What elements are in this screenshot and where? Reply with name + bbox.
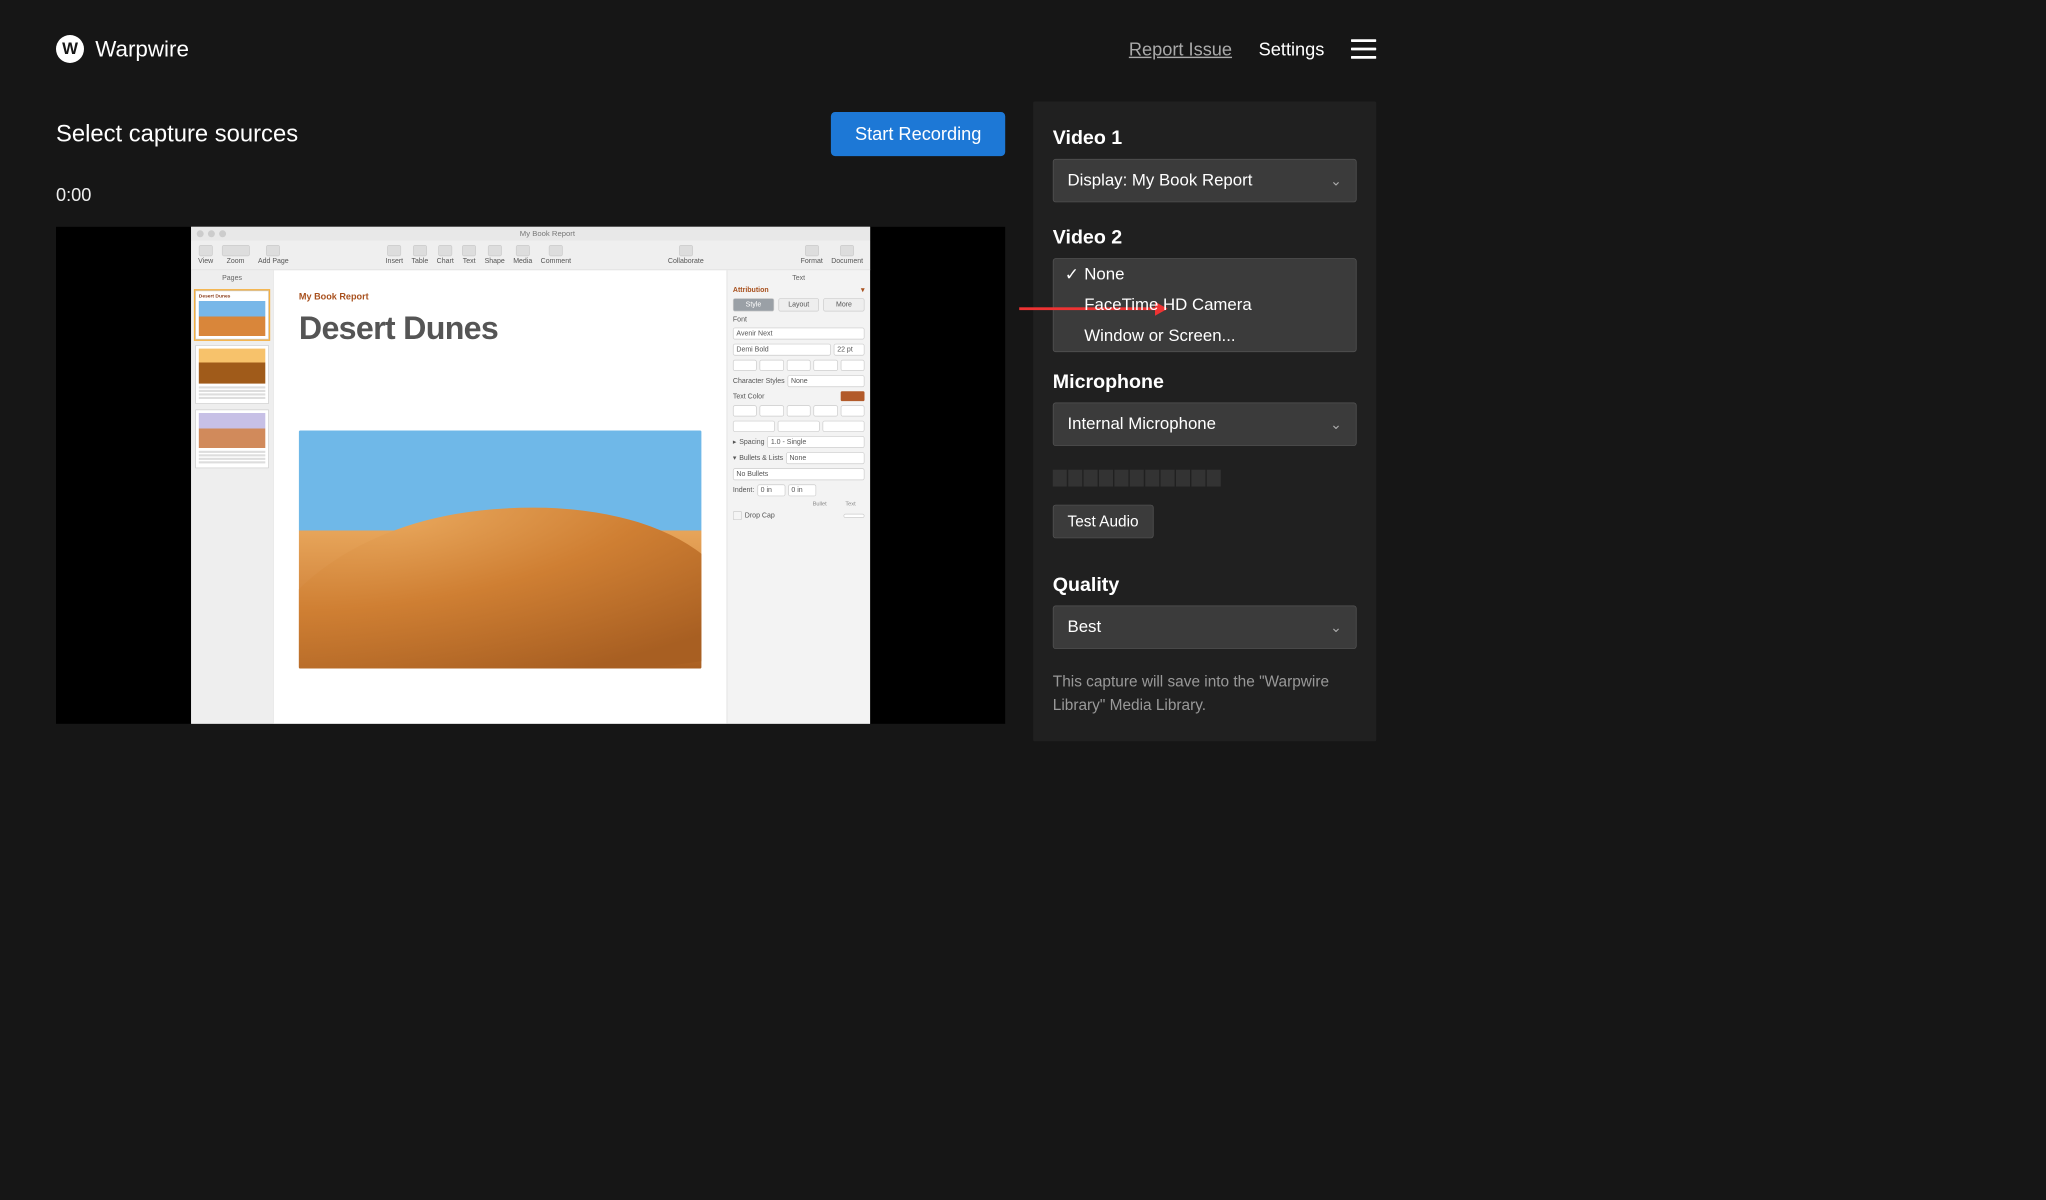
doc-hero-image (299, 431, 701, 669)
insp-charstyles-value: None (787, 375, 864, 387)
tool-collaborate: Collaborate (668, 258, 704, 266)
tool-add-page: Add Page (258, 258, 289, 266)
window-zoom-icon (219, 230, 226, 237)
page-thumb-1: Desert Dunes (195, 291, 268, 340)
captured-window: My Book Report View Zoom Add Page Insert… (191, 227, 870, 724)
save-destination-note: This capture will save into the "Warpwir… (1053, 670, 1357, 716)
video1-dropdown[interactable]: Display: My Book Report ⌄ (1053, 159, 1357, 202)
pages-sidebar: Pages Desert Dunes (191, 270, 274, 724)
video2-option-none[interactable]: None (1054, 259, 1356, 290)
insp-dropcap-label: Drop Cap (745, 512, 775, 520)
tool-shape: Shape (485, 258, 505, 266)
insp-spacing-value: 1.0 - Single (767, 436, 864, 448)
video2-option-window[interactable]: Window or Screen... (1054, 321, 1356, 352)
chevron-down-icon: ⌄ (1330, 618, 1342, 636)
video1-value: Display: My Book Report (1068, 171, 1253, 191)
brand-logo-mark: W (56, 35, 84, 63)
insp-font-label: Font (733, 316, 865, 324)
tool-chart: Chart (437, 258, 454, 266)
insp-spacing-label: Spacing (739, 438, 764, 446)
insp-nobullets: No Bullets (733, 468, 865, 480)
quality-label: Quality (1053, 573, 1357, 595)
doc-kicker: My Book Report (299, 291, 701, 302)
insp-indent-label: Indent: (733, 487, 754, 495)
insp-indent-text: 0 in (788, 484, 816, 496)
audio-level-meter (1053, 470, 1357, 487)
video2-options[interactable]: None FaceTime HD Camera Window or Screen… (1053, 258, 1357, 352)
start-recording-button[interactable]: Start Recording (831, 112, 1005, 156)
insp-tab-layout: Layout (778, 298, 819, 311)
doc-title: Desert Dunes (299, 309, 701, 347)
insp-tab-more: More (823, 298, 864, 311)
tool-table: Table (412, 258, 429, 266)
microphone-label: Microphone (1053, 370, 1357, 392)
insp-textcolor-label: Text Color (733, 392, 765, 400)
tool-comment: Comment (541, 258, 571, 266)
chevron-down-icon: ⌄ (1330, 415, 1342, 433)
insp-dropcap-check (733, 511, 742, 520)
insp-indent-bullet: 0 in (757, 484, 785, 496)
video2-option-facetime[interactable]: FaceTime HD Camera (1054, 290, 1356, 321)
quality-value: Best (1068, 617, 1102, 637)
page-thumb-2 (195, 345, 268, 404)
insp-bullets-value: None (786, 452, 865, 464)
brand-logo: W Warpwire (56, 35, 189, 63)
tool-insert: Insert (386, 258, 404, 266)
inspector-attribution: Attribution (733, 286, 769, 294)
insp-indent-buttons (733, 421, 865, 432)
tool-text: Text (463, 258, 476, 266)
insp-font-family: Avenir Next (733, 328, 865, 340)
sidebar-label: Pages (195, 274, 268, 285)
page-title: Select capture sources (56, 120, 298, 147)
tool-view: View (198, 258, 213, 266)
recording-timer: 0:00 (56, 184, 1005, 206)
microphone-value: Internal Microphone (1068, 414, 1216, 434)
insp-tab-style: Style (733, 298, 774, 311)
test-audio-button[interactable]: Test Audio (1053, 505, 1153, 539)
insp-font-weight: Demi Bold (733, 344, 831, 356)
microphone-dropdown[interactable]: Internal Microphone ⌄ (1053, 403, 1357, 446)
window-close-icon (197, 230, 204, 237)
brand-name: Warpwire (95, 36, 189, 62)
menu-icon[interactable] (1351, 39, 1376, 59)
window-title: My Book Report (520, 230, 575, 238)
tool-media: Media (513, 258, 532, 266)
insp-style-buttons (733, 360, 865, 371)
page-thumb-3 (195, 410, 268, 469)
inspector-title: Text (733, 274, 865, 282)
report-issue-link[interactable]: Report Issue (1129, 38, 1232, 60)
tool-document: Document (831, 258, 863, 266)
tool-zoom: Zoom (227, 258, 245, 266)
video2-label: Video 2 (1053, 226, 1357, 248)
app-toolbar: View Zoom Add Page Insert Table Chart Te… (191, 241, 870, 270)
document-canvas: My Book Report Desert Dunes (274, 270, 727, 724)
tool-format: Format (801, 258, 823, 266)
window-minimize-icon (208, 230, 215, 237)
quality-dropdown[interactable]: Best ⌄ (1053, 606, 1357, 649)
capture-settings-panel: Video 1 Display: My Book Report ⌄ Video … (1033, 102, 1376, 742)
insp-textcolor-swatch (841, 391, 865, 401)
insp-charstyles-label: Character Styles (733, 377, 785, 385)
insp-font-size: 22 pt (834, 344, 865, 356)
insp-bullets-label: Bullets & Lists (739, 454, 783, 462)
capture-preview: My Book Report View Zoom Add Page Insert… (56, 227, 1005, 724)
insp-align-buttons (733, 405, 865, 416)
settings-link[interactable]: Settings (1259, 38, 1325, 60)
video1-label: Video 1 (1053, 127, 1357, 149)
chevron-down-icon: ▾ (861, 286, 865, 294)
format-inspector: Text Attribution ▾ Style Layout More Fon… (727, 270, 871, 724)
insp-dropcap-style (844, 513, 865, 517)
chevron-down-icon: ⌄ (1330, 172, 1342, 190)
